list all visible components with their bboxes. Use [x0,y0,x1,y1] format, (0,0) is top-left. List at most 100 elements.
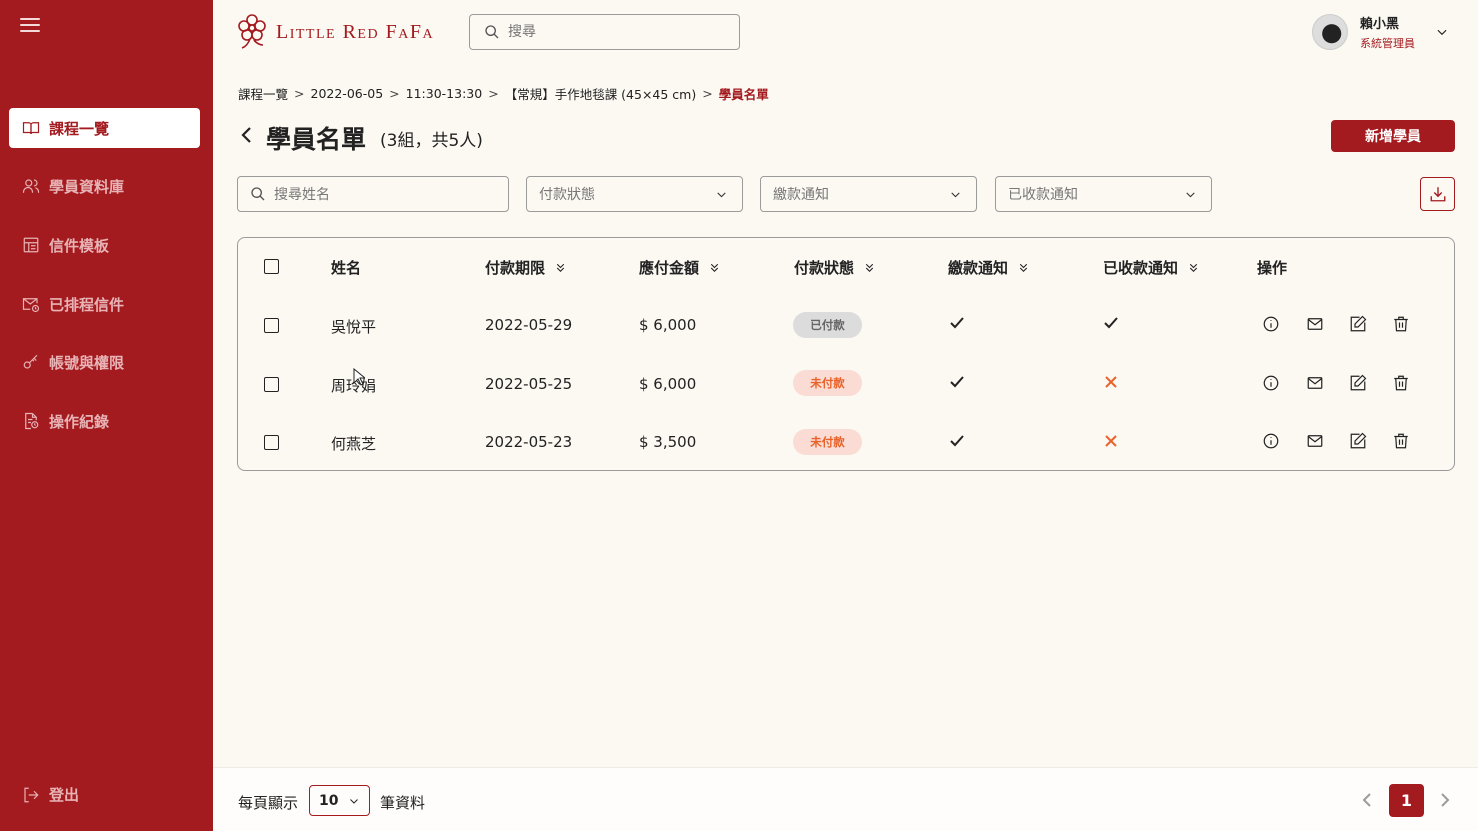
page-number-current[interactable]: 1 [1389,784,1424,817]
breadcrumb-course[interactable]: 【常規】手作地毯課 (45×45 cm) [505,84,697,103]
breadcrumb-current: 學員名單 [718,87,769,102]
payment-notice-select[interactable]: 繳款通知 [760,176,977,212]
chevron-right-icon[interactable] [1438,792,1452,808]
sidebar-item-scheduled-mail[interactable]: 已排程信件 [9,284,200,324]
payment-status-select[interactable]: 付款狀態 [526,176,743,212]
download-button[interactable] [1420,177,1455,211]
column-header-due[interactable]: 付款期限 [485,257,567,278]
sort-icon[interactable] [1017,261,1030,274]
column-header-status[interactable]: 付款狀態 [794,257,876,278]
chevron-down-icon [1186,192,1195,198]
column-header-amount[interactable]: 應付金額 [639,257,721,278]
column-header-received-notice[interactable]: 已收款通知 [1103,257,1200,278]
records-label: 筆資料 [380,794,426,812]
sidebar-item-label: 信件模板 [49,236,110,255]
mail-icon[interactable] [1306,374,1324,392]
trash-icon[interactable] [1392,432,1410,450]
payment-status-placeholder: 付款狀態 [539,187,595,203]
download-icon [1430,187,1445,202]
payment-notice-placeholder: 繳款通知 [773,187,829,203]
edit-icon[interactable] [1349,432,1367,450]
column-label: 應付金額 [639,259,700,277]
per-page-select[interactable]: 10 [309,785,370,816]
user-name: 賴小黑 [1360,17,1400,32]
info-icon[interactable] [1262,315,1280,333]
received-notice-placeholder: 已收款通知 [1008,187,1078,203]
due-date: 2022-05-29 [485,316,573,334]
trash-icon[interactable] [1392,315,1410,333]
breadcrumb-separator: > [488,86,499,101]
sort-icon[interactable] [554,261,567,274]
received-notice-select[interactable]: 已收款通知 [995,176,1212,212]
sort-icon[interactable] [708,261,721,274]
mail-icon[interactable] [1306,432,1324,450]
row-checkbox[interactable] [264,318,279,333]
amount: $ 3,500 [639,433,697,451]
edit-icon[interactable] [1349,315,1367,333]
student-name[interactable]: 何燕芝 [331,433,376,454]
student-name[interactable]: 吳悅平 [331,316,376,337]
back-arrow-icon[interactable] [238,124,256,146]
sidebar-item-accounts[interactable]: 帳號與權限 [9,342,200,382]
sidebar-item-label: 課程一覽 [49,119,110,138]
due-date: 2022-05-23 [485,433,573,451]
amount: $ 6,000 [639,316,697,334]
chevron-left-icon[interactable] [1360,792,1374,808]
column-label: 付款狀態 [794,259,855,277]
global-search[interactable] [469,14,740,50]
per-page-label: 每頁顯示 [238,794,299,812]
due-date: 2022-05-25 [485,375,573,393]
info-icon[interactable] [1262,374,1280,392]
column-header-actions: 操作 [1257,257,1287,278]
breadcrumb-courses[interactable]: 課程一覽 [238,84,288,103]
per-page-value: 10 [319,792,339,809]
column-label: 操作 [1257,259,1288,277]
column-label: 已收款通知 [1103,259,1179,277]
breadcrumb-time[interactable]: 11:30-13:30 [406,86,483,101]
logout-button[interactable]: 登出 [22,784,79,805]
avatar [1312,14,1348,50]
name-search-field[interactable]: 搜尋姓名 [237,176,509,212]
row-checkbox[interactable] [264,435,279,450]
row-checkbox[interactable] [264,377,279,392]
page-title: 學員名單 [266,125,367,154]
menu-icon[interactable] [20,18,40,36]
breadcrumb-date[interactable]: 2022-06-05 [311,86,384,101]
status-badge: 未付款 [793,370,862,396]
global-search-input[interactable] [508,24,708,40]
breadcrumb-separator: > [702,86,713,101]
select-all-checkbox[interactable] [264,259,279,274]
breadcrumb-separator: > [389,86,400,101]
chevron-down-icon[interactable] [1435,25,1449,39]
sort-icon[interactable] [1187,261,1200,274]
trash-icon[interactable] [1392,374,1410,392]
sort-icon[interactable] [863,261,876,274]
cross-icon [1105,376,1117,388]
sidebar-item-label: 帳號與權限 [49,353,125,372]
sidebar-item-students[interactable]: 學員資料庫 [9,166,200,206]
edit-icon[interactable] [1349,374,1367,392]
user-menu[interactable]: 賴小黑 系統管理員 [1312,13,1449,51]
check-icon [950,376,964,388]
flower-logo-icon [238,14,266,49]
user-role: 系統管理員 [1360,37,1415,50]
column-header-payment-notice[interactable]: 繳款通知 [948,257,1030,278]
brand-logo[interactable]: Little Red FaFa [236,13,434,51]
search-icon [485,25,499,39]
sidebar-item-label: 學員資料庫 [49,177,125,196]
mail-icon[interactable] [1306,315,1324,333]
brand-name: Little Red FaFa [276,20,435,43]
name-search-placeholder: 搜尋姓名 [274,187,330,203]
cross-icon [1105,435,1117,447]
sidebar-item-courses[interactable]: 課程一覽 [9,108,200,148]
info-icon[interactable] [1262,432,1280,450]
amount: $ 6,000 [639,375,697,393]
add-student-button[interactable]: 新增學員 [1331,120,1455,152]
sidebar-item-templates[interactable]: 信件模板 [9,225,200,265]
sidebar-item-logs[interactable]: 操作紀錄 [9,401,200,441]
sidebar-item-label: 操作紀錄 [49,412,110,431]
mouse-cursor-icon [353,368,365,386]
column-header-name: 姓名 [331,257,361,278]
key-icon [23,354,38,369]
chevron-down-icon [951,192,960,198]
